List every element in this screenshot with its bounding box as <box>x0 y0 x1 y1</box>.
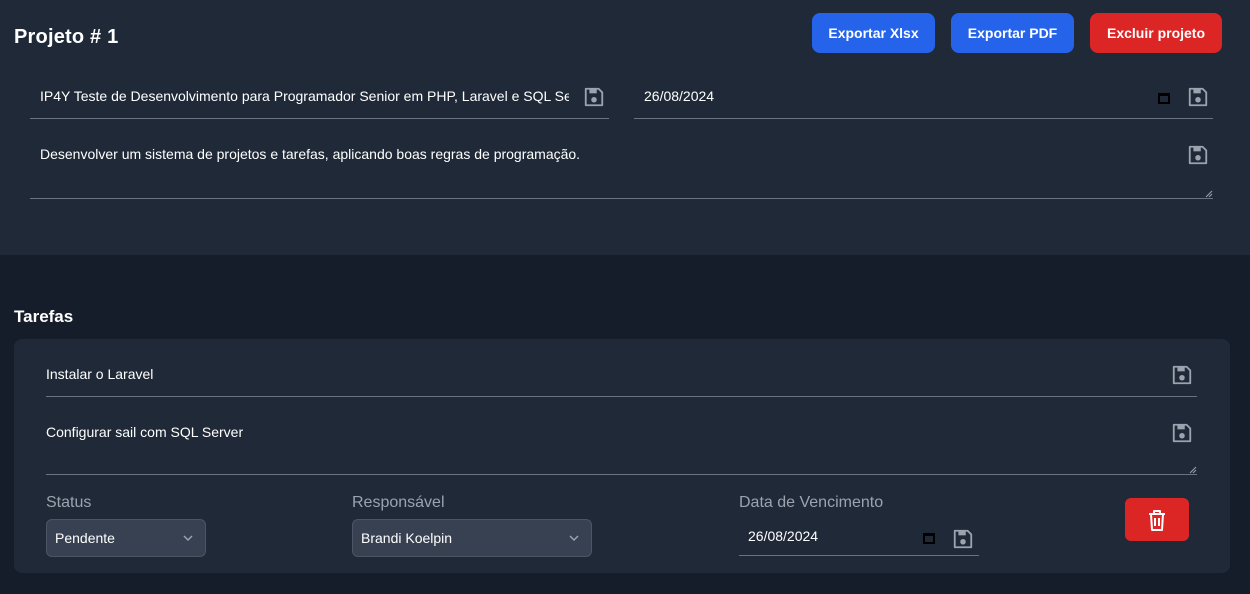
calendar-icon[interactable] <box>1158 92 1170 104</box>
chevron-down-icon <box>569 535 579 542</box>
task-name-value[interactable]: Instalar o Laravel <box>46 366 1197 382</box>
due-date-value[interactable]: 26/08/2024 <box>748 528 979 544</box>
save-icon[interactable] <box>583 86 605 108</box>
export-pdf-button[interactable]: Exportar PDF <box>951 13 1074 53</box>
resize-grip-icon[interactable] <box>1189 466 1197 474</box>
assignee-label: Responsável <box>352 494 445 511</box>
project-description-value[interactable]: Desenvolver um sistema de projetos e tar… <box>40 146 1173 162</box>
project-date-value[interactable]: 26/08/2024 <box>644 88 1213 104</box>
trash-icon <box>1149 509 1165 531</box>
task-description-value[interactable]: Configurar sail com SQL Server <box>46 424 1197 440</box>
resize-grip-icon[interactable] <box>1205 190 1213 198</box>
due-date-field[interactable]: 26/08/2024 <box>739 528 979 556</box>
task-name-field[interactable]: Instalar o Laravel <box>46 366 1197 397</box>
save-icon[interactable] <box>1171 364 1193 386</box>
save-icon[interactable] <box>952 528 974 550</box>
calendar-icon[interactable] <box>923 532 935 544</box>
project-description-field[interactable]: Desenvolver um sistema de projetos e tar… <box>30 146 1213 199</box>
assignee-select[interactable]: Brandi Koelpin <box>352 519 592 557</box>
delete-task-button[interactable] <box>1125 498 1189 541</box>
page-title: Projeto # 1 <box>14 26 119 48</box>
status-label: Status <box>46 494 92 511</box>
delete-project-button[interactable]: Excluir projeto <box>1090 13 1222 53</box>
due-date-label: Data de Vencimento <box>739 494 884 511</box>
save-icon[interactable] <box>1187 144 1209 166</box>
assignee-value: Brandi Koelpin <box>361 530 453 546</box>
status-select[interactable]: Pendente <box>46 519 206 557</box>
project-date-field[interactable]: 26/08/2024 <box>634 88 1213 119</box>
chevron-down-icon <box>183 535 193 542</box>
save-icon[interactable] <box>1187 86 1209 108</box>
status-value: Pendente <box>55 530 115 546</box>
task-description-field[interactable]: Configurar sail com SQL Server <box>46 424 1197 475</box>
project-name-value[interactable]: IP4Y Teste de Desenvolvimento para Progr… <box>40 88 569 104</box>
export-xlsx-button[interactable]: Exportar Xlsx <box>812 13 935 53</box>
tasks-section-title: Tarefas <box>14 307 74 326</box>
project-name-field[interactable]: IP4Y Teste de Desenvolvimento para Progr… <box>30 88 609 119</box>
save-icon[interactable] <box>1171 422 1193 444</box>
